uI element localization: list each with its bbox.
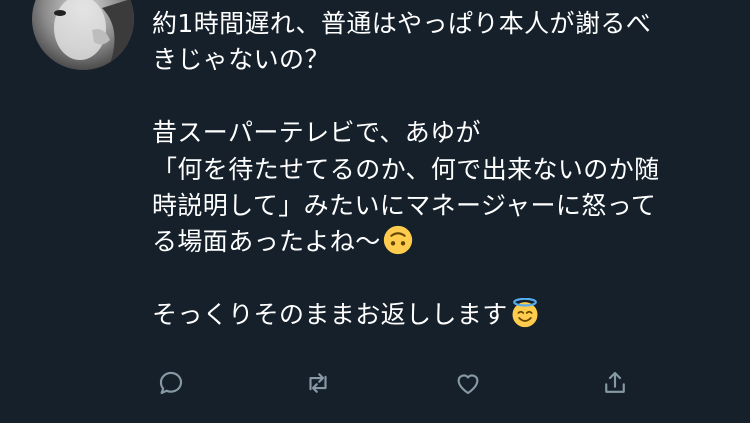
- retweet-button[interactable]: [300, 365, 336, 401]
- like-button[interactable]: [450, 365, 486, 401]
- tweet-paragraph-1: 約1時間遅れ、普通はやっぱり本人が謝るべ きじゃないの？: [152, 9, 652, 75]
- avatar[interactable]: [32, 0, 134, 70]
- tweet-paragraph-3: そっくりそのままお返しします: [152, 300, 508, 330]
- share-button[interactable]: [597, 365, 633, 401]
- reply-button[interactable]: [153, 365, 189, 401]
- like-icon: [457, 374, 479, 395]
- tweet: 約1時間遅れ、普通はやっぱり本人が謝るべ きじゃないの？ 昔スーパーテレビで、あ…: [0, 0, 750, 423]
- upside-down-face-emoji: [383, 226, 412, 255]
- smiling-face-with-halo-emoji: [512, 298, 538, 328]
- avatar-image: [32, 0, 134, 70]
- retweet-icon: [309, 373, 327, 393]
- share-icon: [605, 371, 625, 393]
- tweet-text: 約1時間遅れ、普通はやっぱり本人が謝るべ きじゃないの？ 昔スーパーテレビで、あ…: [152, 6, 732, 334]
- tweet-actions: [0, 365, 750, 405]
- reply-icon: [159, 371, 183, 395]
